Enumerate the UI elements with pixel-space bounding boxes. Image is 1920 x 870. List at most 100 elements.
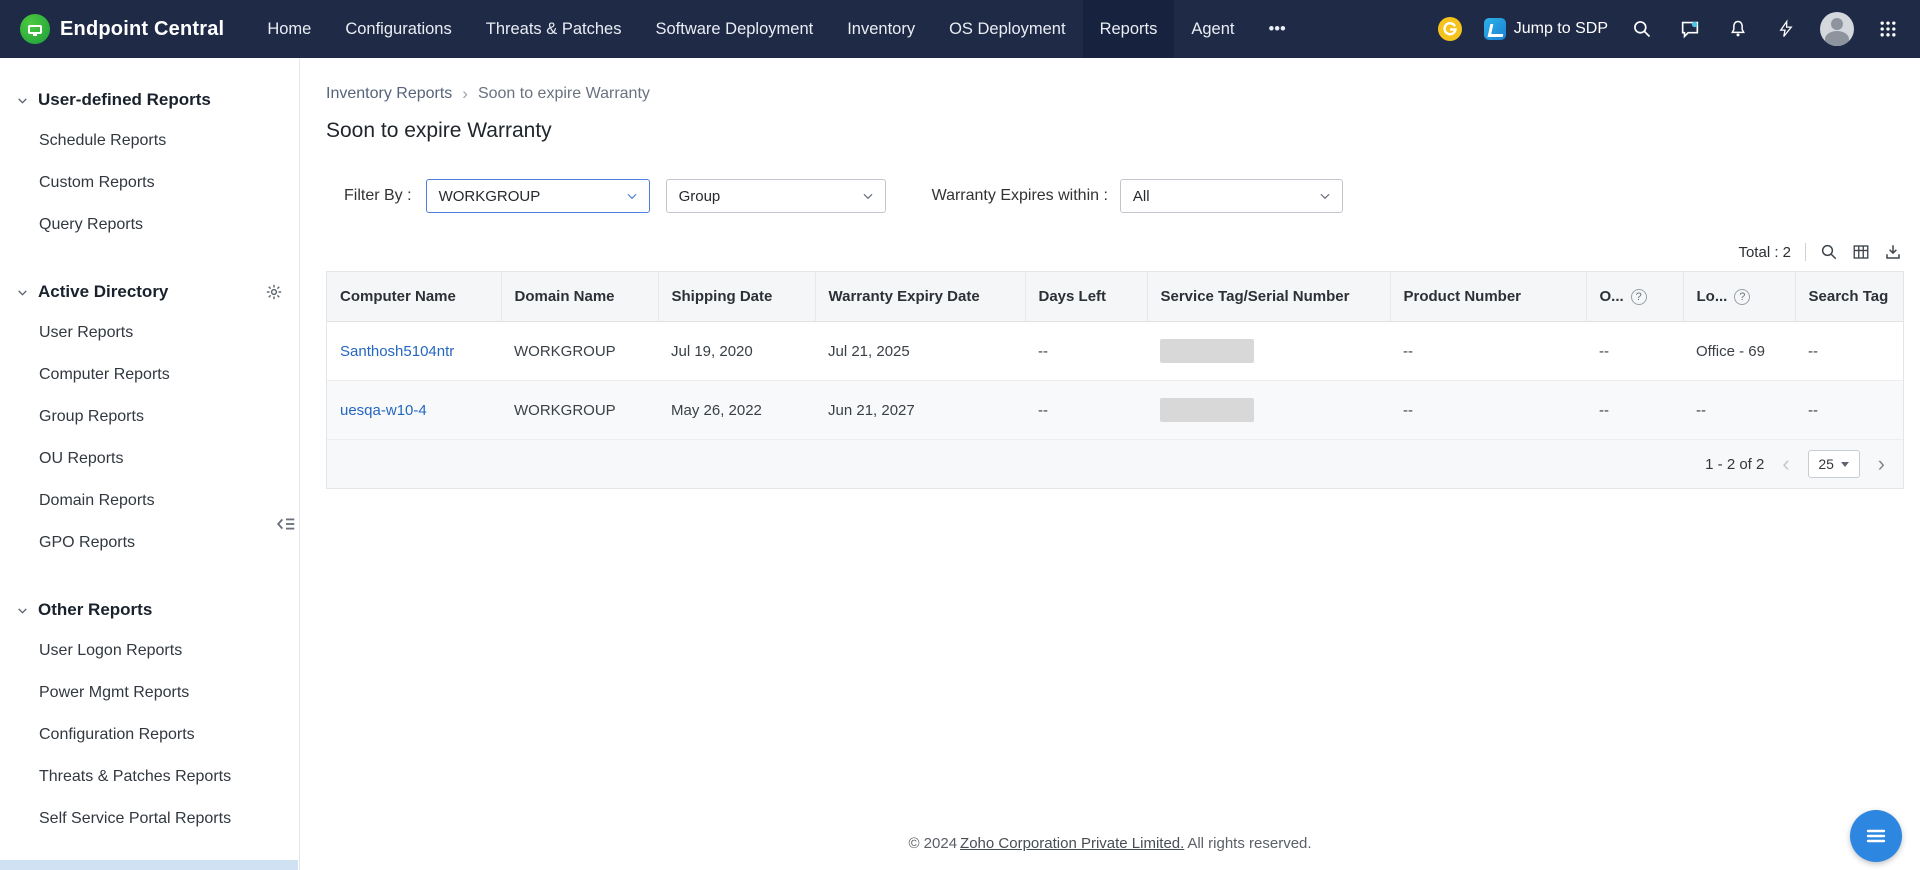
page-title: Soon to expire Warranty <box>326 119 552 142</box>
sidebar-item-threats-patches-reports[interactable]: Threats & Patches Reports <box>0 756 299 798</box>
cell-shipping-date: Jul 19, 2020 <box>658 321 815 381</box>
col-shipping-date[interactable]: Shipping Date <box>658 272 816 322</box>
nav-reports[interactable]: Reports <box>1082 0 1175 58</box>
pagination-next-icon[interactable]: › <box>1876 453 1887 475</box>
cell-warranty-expiry: Jun 21, 2027 <box>815 380 1025 440</box>
breadcrumb-parent-link[interactable]: Inventory Reports <box>326 85 452 103</box>
nav-inventory[interactable]: Inventory <box>830 0 932 58</box>
cell-search-tag: -- <box>1795 321 1903 381</box>
footer: © 2024 Zoho Corporation Private Limited. A… <box>300 835 1920 852</box>
col-label: O... <box>1599 288 1624 305</box>
top-navigation-bar: Endpoint Central Home Configurations Thr… <box>0 0 1920 58</box>
breadcrumb: Inventory Reports › Soon to expire Warra… <box>326 84 1904 104</box>
gear-icon[interactable] <box>265 283 283 301</box>
section-active-directory[interactable]: Active Directory <box>0 272 299 312</box>
footer-rights: All rights reserved. <box>1187 835 1312 852</box>
cell-o: -- <box>1586 321 1683 381</box>
col-days-left[interactable]: Days Left <box>1025 272 1148 322</box>
reports-sidebar: User-defined Reports Schedule Reports Cu… <box>0 58 300 870</box>
col-computer-name[interactable]: Computer Name <box>327 272 502 322</box>
zia-assistant-icon[interactable] <box>1436 15 1464 43</box>
col-o-truncated[interactable]: O...? <box>1586 272 1684 322</box>
brand-name: Endpoint Central <box>60 17 225 40</box>
section-title: Active Directory <box>38 282 169 301</box>
chevron-down-icon <box>1840 461 1849 467</box>
warranty-expires-label: Warranty Expires within : <box>931 187 1108 204</box>
chevron-down-icon <box>16 94 29 107</box>
notifications-bell-icon[interactable] <box>1724 15 1752 43</box>
sidebar-item-gpo-reports[interactable]: GPO Reports <box>0 522 299 564</box>
chevron-down-icon <box>16 604 29 617</box>
table-row: uesqa-w10-4 WORKGROUP May 26, 2022 Jun 2… <box>327 380 1903 440</box>
nav-configurations[interactable]: Configurations <box>328 0 468 58</box>
nav-software-deployment[interactable]: Software Deployment <box>638 0 830 58</box>
sidebar-item-query-reports[interactable]: Query Reports <box>0 204 299 246</box>
cell-lo: -- <box>1683 380 1795 440</box>
column-chooser-icon[interactable] <box>1852 243 1870 261</box>
nav-threats-patches[interactable]: Threats & Patches <box>469 0 639 58</box>
sidebar-item-user-logon-reports[interactable]: User Logon Reports <box>0 630 299 672</box>
nav-agent[interactable]: Agent <box>1174 0 1251 58</box>
chevron-down-icon <box>16 286 29 299</box>
nav-home[interactable]: Home <box>250 0 328 58</box>
sidebar-item-domain-reports[interactable]: Domain Reports <box>0 480 299 522</box>
chevron-down-icon <box>1318 189 1332 203</box>
cell-o: -- <box>1586 380 1683 440</box>
nav-more[interactable]: ••• <box>1251 0 1302 58</box>
sidebar-item-configuration-reports[interactable]: Configuration Reports <box>0 714 299 756</box>
computer-link[interactable]: uesqa-w10-4 <box>340 402 427 419</box>
total-count: Total : 2 <box>1738 243 1791 261</box>
col-warranty-expiry-date[interactable]: Warranty Expiry Date <box>815 272 1026 322</box>
quick-menu-fab-button[interactable] <box>1850 810 1902 862</box>
main-content: Inventory Reports › Soon to expire Warra… <box>300 58 1920 870</box>
table-header-row: Computer Name Domain Name Shipping Date … <box>327 272 1903 322</box>
breadcrumb-current: Soon to expire Warranty <box>477 85 650 102</box>
table-search-icon[interactable] <box>1820 243 1838 261</box>
chevron-down-icon <box>861 189 875 203</box>
table-toolbar: Total : 2 <box>326 243 1904 261</box>
cell-shipping-date: May 26, 2022 <box>658 380 815 440</box>
section-user-defined-reports[interactable]: User-defined Reports <box>0 80 299 120</box>
filter-group-select[interactable]: Group <box>665 179 886 213</box>
cell-days-left: -- <box>1025 380 1147 440</box>
sidebar-item-schedule-reports[interactable]: Schedule Reports <box>0 120 299 162</box>
brand[interactable]: Endpoint Central <box>0 0 250 58</box>
computer-link[interactable]: Santhosh5104ntr <box>340 343 454 360</box>
sidebar-item-custom-reports[interactable]: Custom Reports <box>0 162 299 204</box>
sidebar-item-ou-reports[interactable]: OU Reports <box>0 438 299 480</box>
user-avatar[interactable] <box>1820 12 1854 46</box>
cell-search-tag: -- <box>1795 380 1903 440</box>
chat-icon[interactable] <box>1676 15 1704 43</box>
export-download-icon[interactable] <box>1884 243 1902 261</box>
sidebar-item-power-mgmt-reports[interactable]: Power Mgmt Reports <box>0 672 299 714</box>
col-product-number[interactable]: Product Number <box>1390 272 1587 322</box>
quick-actions-bolt-icon[interactable] <box>1772 15 1800 43</box>
section-other-reports[interactable]: Other Reports <box>0 590 299 630</box>
search-icon[interactable] <box>1628 15 1656 43</box>
filter-scope-select[interactable]: WORKGROUP <box>425 179 650 213</box>
cell-product-number: -- <box>1390 380 1586 440</box>
help-icon[interactable]: ? <box>1630 288 1647 305</box>
sidebar-item-self-service-portal-reports[interactable]: Self Service Portal Reports <box>0 798 299 840</box>
page-size-value: 25 <box>1818 456 1834 472</box>
sidebar-item-computer-reports[interactable]: Computer Reports <box>0 354 299 396</box>
col-search-tag[interactable]: Search Tag <box>1795 272 1903 322</box>
pagination-prev-icon[interactable]: ‹ <box>1780 453 1791 475</box>
jump-to-sdp-button[interactable]: Jump to SDP <box>1483 18 1608 40</box>
col-lo-truncated[interactable]: Lo...? <box>1683 272 1796 322</box>
sidebar-item-user-reports[interactable]: User Reports <box>0 312 299 354</box>
sidebar-collapse-icon[interactable] <box>275 513 297 540</box>
zoho-link[interactable]: Zoho Corporation Private Limited. <box>960 835 1184 852</box>
col-domain-name[interactable]: Domain Name <box>501 272 659 322</box>
page-size-select[interactable]: 25 <box>1807 450 1860 478</box>
warranty-expires-select[interactable]: All <box>1119 179 1343 213</box>
help-icon[interactable]: ? <box>1734 288 1751 305</box>
cell-domain: WORKGROUP <box>501 380 658 440</box>
cell-domain: WORKGROUP <box>501 321 658 381</box>
sidebar-item-group-reports[interactable]: Group Reports <box>0 396 299 438</box>
nav-os-deployment[interactable]: OS Deployment <box>932 0 1082 58</box>
service-tag-redacted <box>1160 339 1254 363</box>
col-service-tag[interactable]: Service Tag/Serial Number <box>1147 272 1391 322</box>
filter-row: Filter By : WORKGROUP Group Warranty Exp… <box>344 179 1904 213</box>
apps-grid-icon[interactable] <box>1874 15 1902 43</box>
